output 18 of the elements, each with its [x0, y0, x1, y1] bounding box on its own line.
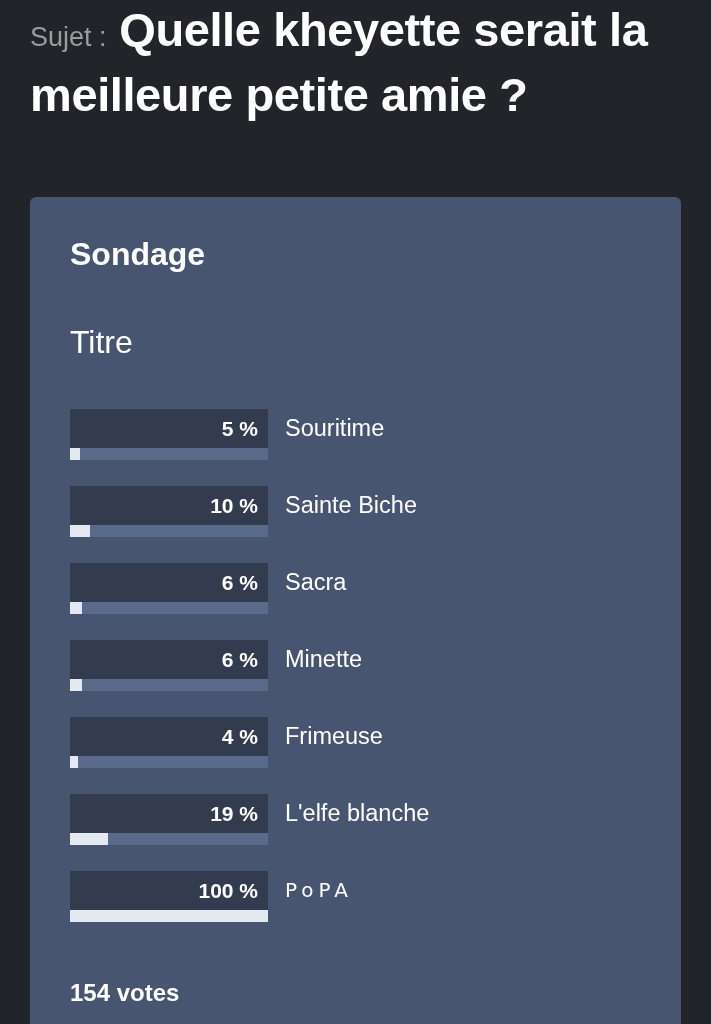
percent-value: 100 %	[70, 871, 268, 910]
percent-value: 6 %	[70, 640, 268, 679]
option-label: PoPA	[285, 877, 354, 904]
poll-question: Titre	[70, 324, 134, 360]
topic-heading: Sujet : Quelle kheyette serait la meilleure petite amie ?	[30, 2, 650, 123]
option-label: Sainte Biche	[285, 491, 417, 520]
option-label: Frimeuse	[285, 722, 383, 751]
option-label: Minette	[285, 645, 363, 674]
percent-value: 5 %	[70, 409, 268, 448]
vote-count: 154 votes	[70, 978, 181, 1008]
option-label: Souritime	[285, 414, 385, 443]
percent-value: 4 %	[70, 717, 268, 756]
poll-heading: Sondage	[70, 235, 207, 274]
option-label: Sacra	[285, 568, 347, 597]
option-label: L'elfe blanche	[285, 799, 430, 828]
percent-value: 10 %	[70, 486, 268, 525]
percent-value: 6 %	[70, 563, 268, 602]
percent-value: 19 %	[70, 794, 268, 833]
